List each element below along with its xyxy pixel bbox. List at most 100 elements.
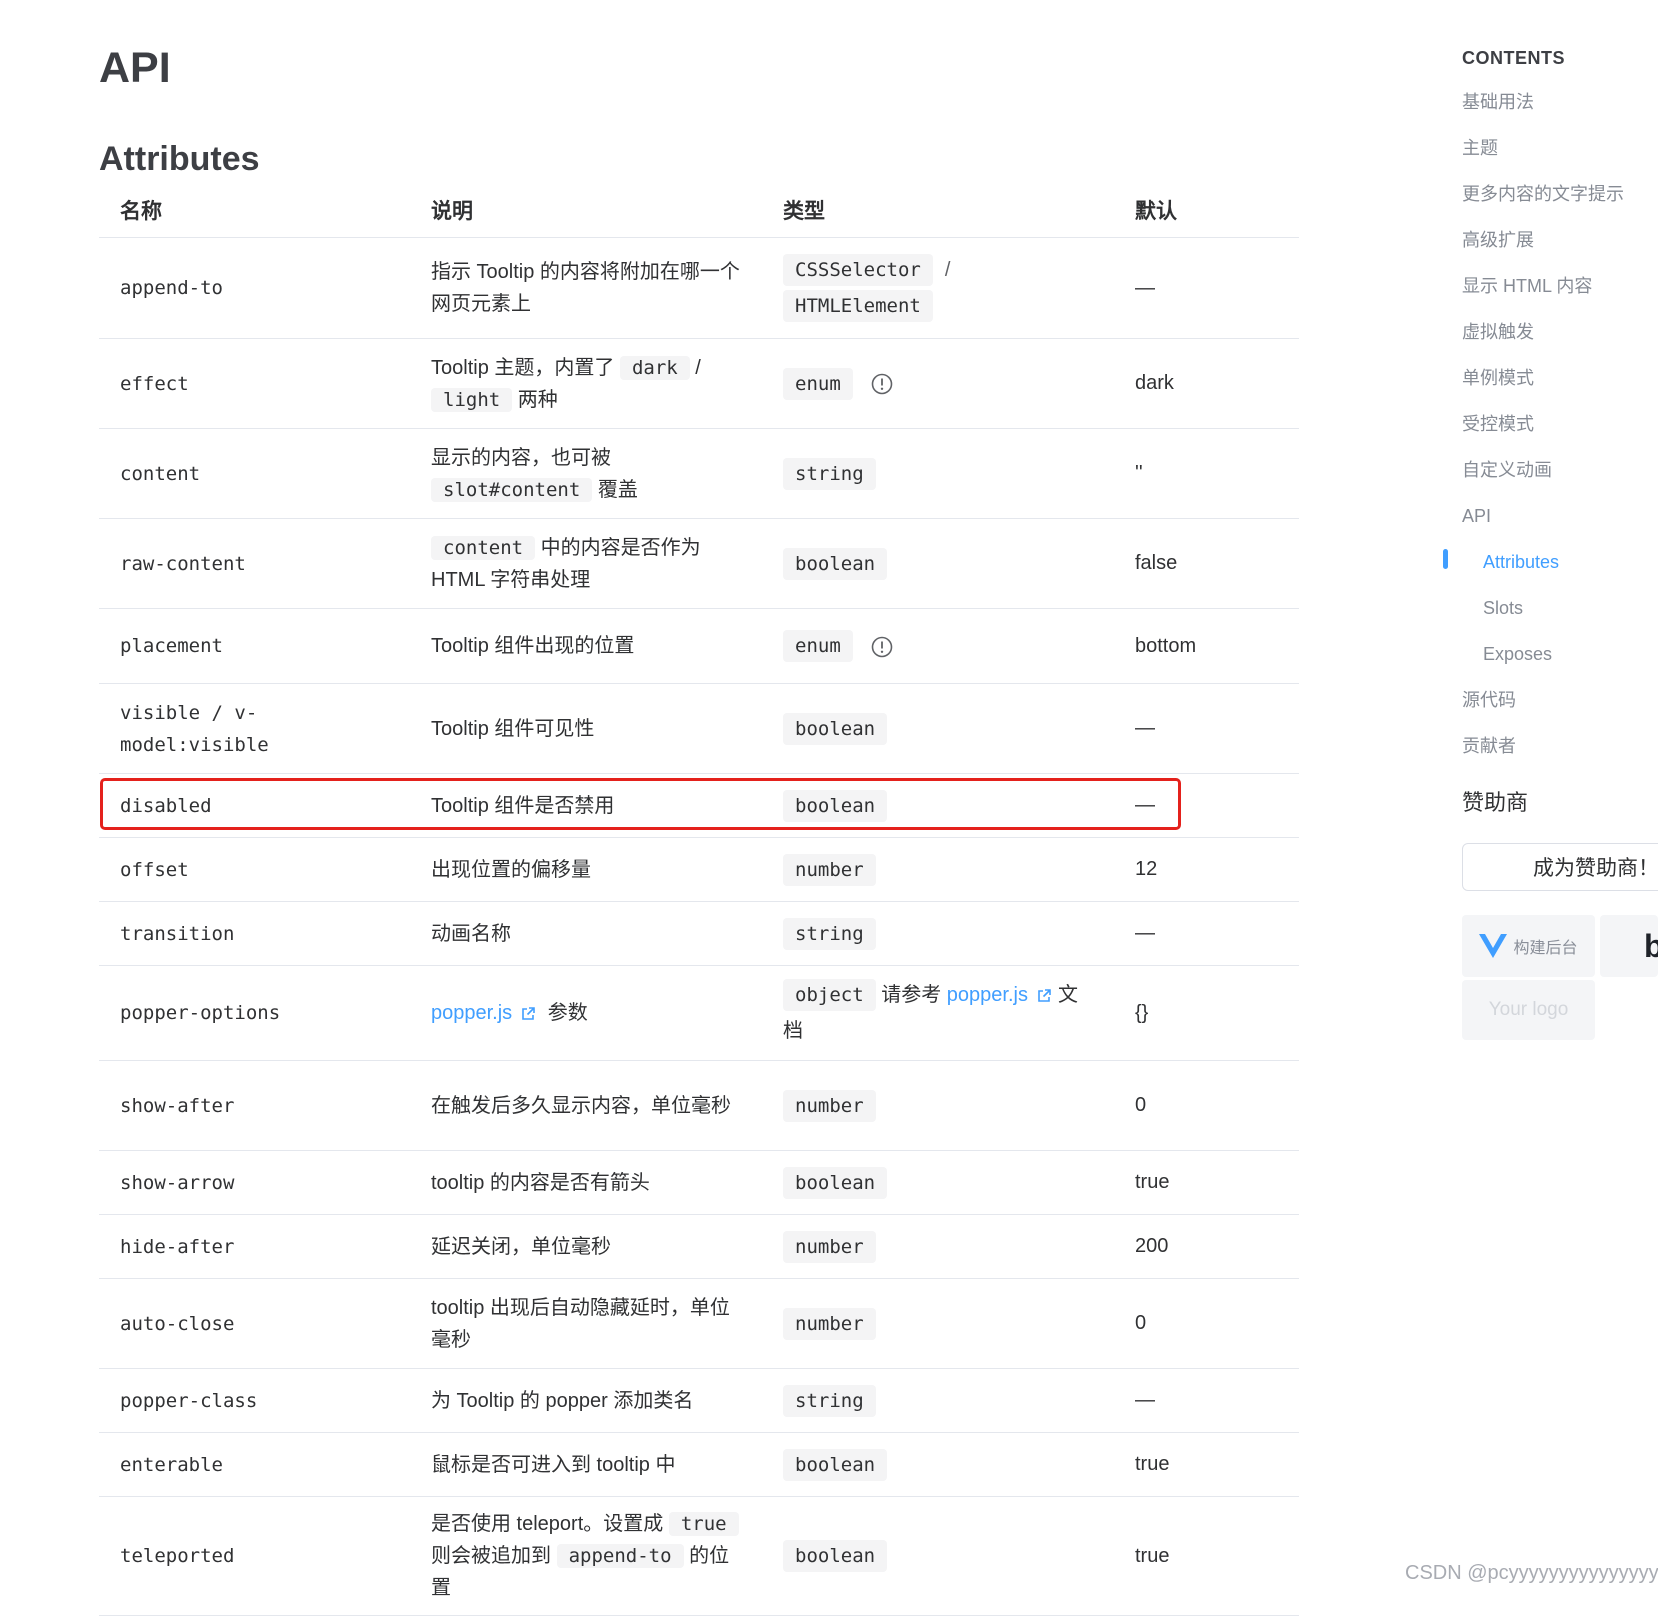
table-row-placement: placement Tooltip 组件出现的位置 enum bottom [99,609,1299,684]
attribute-description: 动画名称 [410,918,762,950]
toc-list: 基础用法 主题 更多内容的文字提示 高级扩展显示 HTML 内容虚拟触发单例模式受控模… [1443,89,1658,779]
attribute-name: placement [120,635,223,657]
toc-item[interactable]: API [1462,503,1658,549]
sponsor-logo-placeholder[interactable]: Your logo [1462,980,1595,1040]
external-link-icon [522,1006,535,1020]
type-code: HTMLElement [783,290,933,322]
table-row-disabled: disabled Tooltip 组件是否禁用 boolean — [99,774,1299,838]
info-circle-icon[interactable] [871,373,893,395]
toc-item[interactable]: 高级扩展 [1462,227,1658,273]
toc-active-marker [1443,549,1448,569]
toc-item[interactable]: 虚拟触发 [1462,319,1658,365]
attribute-default: — [1135,922,1155,944]
description-link[interactable]: popper.js [431,1002,512,1024]
toc-item-label: 源代码 [1462,690,1516,710]
toc-item[interactable]: 更多内容的文字提示 [1462,181,1658,227]
attribute-default: '' [1135,462,1143,484]
description-text: 为 Tooltip 的 popper 添加类名 [431,1389,694,1412]
sponsor-logo-b[interactable]: b [1600,915,1658,977]
attribute-name: enterable [120,1453,223,1476]
toc-item[interactable]: 源代码 [1462,687,1658,733]
attribute-default: true [1135,1453,1170,1475]
type-code: boolean [783,1166,888,1199]
toc-item-label: 自定义动画 [1462,460,1552,480]
toc-item[interactable]: Exposes [1462,641,1658,687]
type-text: 请参考 [875,984,947,1006]
attribute-description: 是否使用 teleport。设置成 true 则会被追加到 append-to … [410,1508,762,1604]
toc-item[interactable]: 单例模式 [1462,365,1658,411]
attribute-type: boolean [762,788,1114,824]
type-code: boolean [783,712,888,745]
attribute-type: number [762,852,1114,888]
toc-item[interactable]: 主题 [1462,135,1658,181]
attribute-default: dark [1135,372,1174,394]
type-code: string [783,917,876,950]
type-code: number [783,853,876,886]
attribute-default: — [1135,794,1155,816]
toc-item-label: Exposes [1483,644,1553,664]
attribute-name: append-to [120,277,223,299]
attribute-type: object 请参考 popper.js 文档 [762,977,1114,1049]
attributes-table: 名称 说明 类型 默认 append-to 指示 Tooltip 的内容将附加在哪… [99,182,1299,1616]
type-separator: / [944,259,951,281]
info-circle-icon[interactable] [871,636,893,658]
attribute-default: — [1135,1389,1155,1411]
toc-item-label: 显示 HTML 内容 [1462,276,1593,296]
type-code: object [783,979,876,1011]
attribute-type: boolean [762,1538,1114,1574]
type-code: boolean [783,789,888,822]
type-code: CSSSelector [783,254,933,286]
header-default: 默认 [1135,199,1177,223]
sponsor-logo-vue-admin[interactable]: 构建后台 [1462,915,1595,977]
description-text: 指示 Tooltip 的内容将附加在哪一个网页元素上 [431,261,740,315]
header-type: 类型 [783,199,825,223]
type-link[interactable]: popper.js [947,984,1028,1006]
description-text: 出现位置的偏移量 [431,858,591,881]
type-code: string [783,457,876,490]
description-text: 显示的内容，也可被 [431,446,611,469]
attribute-name: popper-class [120,1389,258,1412]
toc-item[interactable]: 显示 HTML 内容 [1462,273,1658,319]
table-row-visible: visible / v-model:visible Tooltip 组件可见性 bo… [99,684,1299,774]
toc-item-label: 单例模式 [1462,368,1534,388]
attribute-default: 200 [1135,1235,1169,1257]
toc-item[interactable]: Attributes [1443,549,1658,595]
attribute-description: 为 Tooltip 的 popper 添加类名 [410,1385,762,1417]
page-title: API [99,44,171,92]
header-description: 说明 [431,199,473,223]
description-code: slot#content [431,477,593,502]
become-sponsor-button[interactable]: 成为赞助商！ [1462,843,1658,891]
attribute-description: 指示 Tooltip 的内容将附加在哪一个网页元素上 [410,256,762,320]
attribute-name: disabled [120,794,212,817]
description-text: Tooltip 主题，内置了 [431,356,620,379]
table-row-hide-after: hide-after 延迟关闭，单位毫秒 number 200 [99,1215,1299,1279]
description-code: true [668,1512,739,1536]
vue-v-logo-icon [1479,934,1508,958]
toc-item[interactable]: Slots [1462,595,1658,641]
table-row-transition: transition 动画名称 string — [99,902,1299,966]
attribute-default: 0 [1135,1312,1147,1334]
type-code: boolean [783,547,888,580]
attribute-description: tooltip 出现后自动隐藏延时，单位毫秒 [410,1292,762,1356]
toc-item-label: Slots [1483,598,1524,618]
attribute-type: boolean [762,1165,1114,1201]
sponsor-title: 赞助商 [1462,790,1529,815]
toc-item[interactable]: 基础用法 [1462,89,1658,135]
table-row-show-after: show-after 在触发后多久显示内容，单位毫秒 number 0 [99,1061,1299,1151]
description-text: 参数 [542,1002,588,1024]
toc-item[interactable]: 贡献者 [1462,733,1658,779]
toc-item[interactable]: 受控模式 [1462,411,1658,457]
description-text: 在触发后多久显示内容，单位毫秒 [431,1094,731,1117]
attribute-default: bottom [1135,634,1197,657]
attribute-type: string [762,456,1114,492]
toc-item[interactable]: 自定义动画 [1462,457,1658,503]
table-row-append-to: append-to 指示 Tooltip 的内容将附加在哪一个网页元素上 CSSSe… [99,238,1299,339]
description-code: content [431,535,536,560]
description-text: 延迟关闭，单位毫秒 [431,1235,611,1258]
attribute-default: true [1135,1544,1170,1567]
attribute-name: teleported [120,1545,235,1567]
attribute-type: boolean [762,546,1114,582]
type-code: enum [783,630,853,662]
table-row-auto-close: auto-close tooltip 出现后自动隐藏延时，单位毫秒 number 0 [99,1279,1299,1369]
description-text: Tooltip 组件是否禁用 [431,794,615,817]
